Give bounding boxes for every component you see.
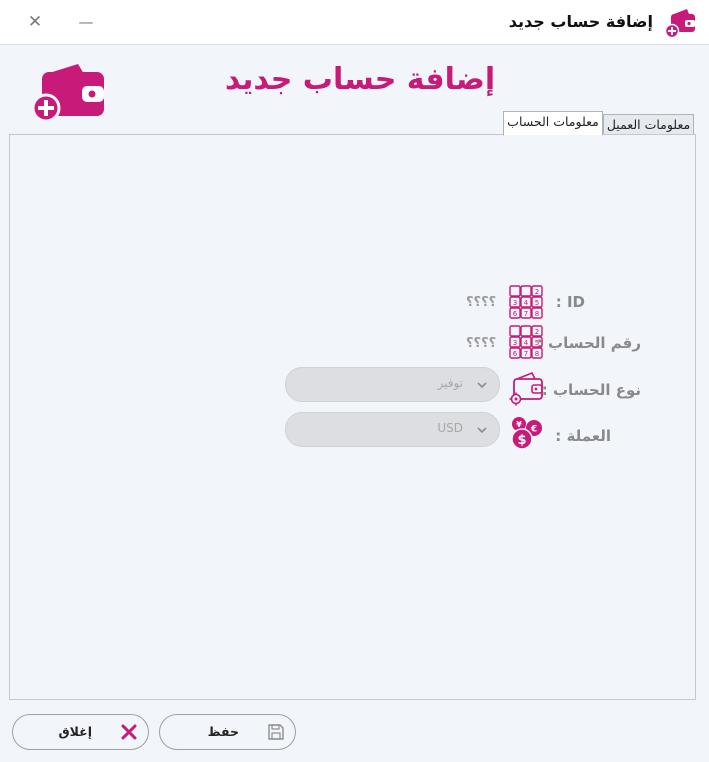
svg-text:2: 2 <box>535 328 539 336</box>
tab-account-info[interactable]: معلومات الحساب <box>503 111 603 136</box>
wallet-add-icon <box>32 64 104 123</box>
title-bar: ✕ — إضافة حساب جديد <box>0 0 709 45</box>
x-icon <box>121 724 137 740</box>
save-icon <box>268 724 284 740</box>
currency-select[interactable]: USD <box>285 412 500 447</box>
account-number-label: رقم الحساب : <box>536 334 641 352</box>
save-button[interactable]: حفظ <box>159 714 296 750</box>
window-minimize-button[interactable]: — <box>73 9 99 35</box>
svg-text:5: 5 <box>535 299 539 307</box>
number-grid-icon: 2 3 4 5 678 <box>509 325 543 359</box>
tab-customer-info[interactable]: معلومات العميل <box>603 114 694 136</box>
wallet-gear-icon <box>509 371 543 406</box>
window-title: إضافة حساب جديد <box>508 12 653 31</box>
save-button-label: حفظ <box>207 724 239 739</box>
svg-text:$: $ <box>517 433 526 448</box>
currency-coins-icon: ¥ € $ <box>511 417 542 450</box>
id-label: ID : <box>555 293 585 311</box>
close-button-label: إغلاق <box>58 724 93 739</box>
svg-text:4: 4 <box>524 299 529 307</box>
close-button[interactable]: إغلاق <box>12 714 149 750</box>
svg-text:8: 8 <box>535 350 539 358</box>
svg-text:7: 7 <box>524 310 528 318</box>
account-type-value: توفير <box>437 376 463 390</box>
svg-text:2: 2 <box>535 288 539 296</box>
account-number-value: ؟؟؟؟ <box>466 336 497 351</box>
id-value: ؟؟؟؟ <box>466 295 497 310</box>
currency-value: USD <box>437 421 463 435</box>
svg-text:¥: ¥ <box>516 420 522 429</box>
svg-text:5: 5 <box>535 339 539 347</box>
svg-text:8: 8 <box>535 310 539 318</box>
svg-text:3: 3 <box>513 299 517 307</box>
svg-text:6: 6 <box>513 310 518 318</box>
svg-text:€: € <box>530 425 537 435</box>
chevron-down-icon <box>477 427 487 434</box>
chevron-down-icon <box>477 382 487 389</box>
currency-label: العملة : <box>555 427 611 445</box>
page-title: إضافة حساب جديد <box>224 62 496 97</box>
wallet-add-icon <box>665 9 695 38</box>
svg-text:6: 6 <box>513 350 518 358</box>
window-close-button[interactable]: ✕ <box>22 9 48 35</box>
svg-text:7: 7 <box>524 350 528 358</box>
number-grid-icon: 2 3 4 5 678 <box>509 285 543 319</box>
svg-text:3: 3 <box>513 339 517 347</box>
account-type-select[interactable]: توفير <box>285 367 500 402</box>
account-type-label: نوع الحساب : <box>541 381 641 399</box>
svg-text:4: 4 <box>524 339 529 347</box>
